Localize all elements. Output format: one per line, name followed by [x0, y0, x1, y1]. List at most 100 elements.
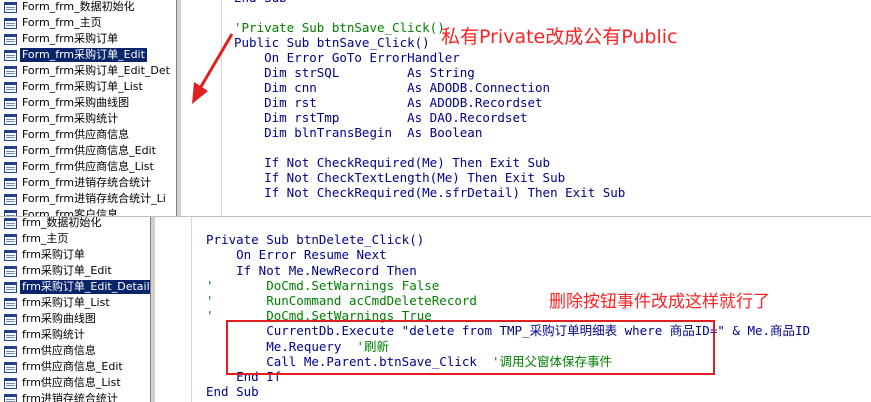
tree-item-label: Form_frm供应商信息 — [22, 128, 130, 141]
code-text: If Not CheckRequired(Me) Then Exit Sub — [234, 155, 551, 170]
bottom-project-tree[interactable]: frm_数据初始化 frm_主页 frm采购订单 frm采购订单_Edit frm采购订… — [0, 217, 150, 402]
tree-item-label: Form_frm进销存统合统计 — [22, 176, 152, 189]
code-line: If Not CheckRequired(Me) Then Exit Sub — [234, 155, 550, 170]
tree-item-label: frm供应商信息_List — [22, 376, 121, 389]
code-line: ' DoCmd.SetWarnings False — [206, 278, 439, 293]
tree-item[interactable]: frm_数据初始化 — [0, 217, 103, 231]
code-line: Public Sub btnSave_Click() — [234, 35, 430, 50]
tree-item-label: Form_frm采购订单_Edit — [19, 47, 148, 63]
code-text: Dim cnn As ADODB.Connection — [234, 80, 551, 95]
tree-item[interactable]: frm供应商信息_List — [0, 375, 123, 391]
top-project-tree[interactable]: Form_frm_数据初始化 Form_frm_主页 Form_frm采购订单 For… — [0, 0, 176, 216]
tree-item[interactable]: frm_主页 — [0, 231, 70, 247]
code-line: Dim strSQL As String — [234, 65, 475, 80]
tree-item-label: frm采购订单_Edit_Detail — [19, 279, 150, 295]
tree-item[interactable]: frm采购统计 — [0, 327, 87, 343]
form-icon — [4, 265, 17, 277]
form-icon — [4, 329, 17, 341]
tree-item-label: frm采购统计 — [22, 328, 85, 341]
code-line: End Sub — [206, 384, 259, 399]
code-comment: ' RunCommand acCmdDeleteRecord — [206, 293, 477, 308]
tree-item[interactable]: Form_frm采购曲线图 — [0, 95, 131, 111]
tree-item[interactable]: Form_frm供应商信息_List — [0, 159, 156, 175]
tree-item[interactable]: Form_frm进销存统合统计 — [0, 175, 153, 191]
form-icon — [4, 361, 17, 373]
form-icon — [4, 193, 17, 205]
tree-item-label: frm_主页 — [22, 232, 69, 245]
form-icon — [4, 81, 17, 93]
tree-item-label: frm_数据初始化 — [22, 217, 102, 229]
tree-item[interactable]: Form_frm客户信息 — [0, 207, 120, 216]
form-icon — [4, 217, 17, 229]
code-text: On Error GoTo ErrorHandler — [234, 50, 460, 65]
form-icon — [4, 113, 17, 125]
tree-item-label: frm供应商信息 — [22, 344, 96, 357]
tree-item[interactable]: frm采购订单_Edit_Detail — [0, 279, 150, 295]
tree-item[interactable]: frm供应商信息_Edit — [0, 359, 125, 375]
code-line: ' RunCommand acCmdDeleteRecord — [206, 293, 477, 308]
code-line: End Sub — [234, 0, 287, 5]
form-icon — [4, 297, 17, 309]
tree-item[interactable]: frm采购订单_Edit — [0, 263, 114, 279]
form-icon — [4, 177, 17, 189]
code-line: Dim blnTransBegin As Boolean — [234, 125, 482, 140]
tree-item[interactable]: Form_frm采购订单_Edit_Det — [0, 63, 172, 79]
tree-item[interactable]: Form_frm_主页 — [0, 15, 104, 31]
tree-item-label: Form_frm采购统计 — [22, 112, 119, 125]
form-icon — [4, 313, 17, 325]
tree-item[interactable]: Form_frm采购订单_Edit — [0, 47, 148, 63]
tree-item[interactable]: frm进销存统合统计 — [0, 391, 120, 402]
tree-item[interactable]: frm供应商信息 — [0, 343, 98, 359]
tree-item[interactable]: Form_frm进销存统合统计_Li — [0, 191, 168, 207]
code-line: Dim cnn As ADODB.Connection — [234, 80, 550, 95]
form-icon — [4, 161, 17, 173]
form-icon — [4, 281, 17, 293]
tree-item[interactable]: Form_frm供应商信息 — [0, 127, 131, 143]
code-text: Private Sub btnDelete_Click() — [206, 232, 425, 248]
bottom-annotation: 删除按钮事件改成这样就行了 — [549, 292, 770, 312]
top-code-window: Form_frm_数据初始化 Form_frm_主页 Form_frm采购订单 For… — [0, 0, 871, 216]
form-icon — [4, 233, 17, 245]
bottom-editor-margin — [156, 217, 192, 402]
tree-item-label: Form_frm采购订单_Edit_Det — [22, 64, 170, 77]
form-icon — [4, 1, 17, 13]
tree-item[interactable]: Form_frm采购订单 — [0, 31, 120, 47]
tree-item-label: Form_frm采购订单 — [22, 32, 119, 45]
top-annotation: 私有Private改成公有Public — [441, 26, 678, 48]
form-icon — [4, 65, 17, 77]
code-line: Dim rstTmp As DAO.Recordset — [234, 110, 527, 125]
code-line: 'Private Sub btnSave_Click() — [234, 20, 445, 35]
form-icon — [4, 17, 17, 29]
code-line: On Error Resume Next — [206, 247, 387, 262]
tree-item[interactable]: frm采购订单 — [0, 247, 87, 263]
code-line: On Error GoTo ErrorHandler — [234, 50, 460, 65]
code-line: Dim rst As ADODB.Recordset — [234, 95, 542, 110]
code-text: If Not CheckTextLength(Me) Then Exit Sub — [234, 170, 566, 185]
form-icon — [4, 129, 17, 141]
tree-item[interactable]: Form_frm采购统计 — [0, 111, 120, 127]
tree-item-label: Form_frm客户信息 — [22, 208, 119, 216]
code-text: End Sub — [234, 0, 287, 5]
tree-item-label: Form_frm供应商信息_Edit — [22, 144, 156, 157]
tree-item[interactable]: frm采购订单_List — [0, 295, 112, 311]
tree-item-label: Form_frm_数据初始化 — [22, 0, 135, 13]
code-text: Public Sub btnSave_Click() — [234, 35, 430, 50]
tree-item[interactable]: Form_frm采购订单_List — [0, 79, 145, 95]
form-icon — [4, 49, 17, 61]
tree-item-label: frm进销存统合统计 — [22, 392, 118, 402]
form-icon — [4, 393, 17, 402]
code-line: Private Sub btnDelete_Click() — [206, 232, 424, 247]
tree-item-label: Form_frm采购曲线图 — [22, 96, 130, 109]
code-line: If Not CheckTextLength(Me) Then Exit Sub — [234, 170, 565, 185]
tree-item-label: frm供应商信息_Edit — [22, 360, 123, 373]
code-text: If Not CheckRequired(Me.sfrDetail) Then … — [234, 185, 626, 200]
tree-item[interactable]: Form_frm_数据初始化 — [0, 0, 137, 15]
tree-item[interactable]: frm采购曲线图 — [0, 311, 98, 327]
code-line: If Not CheckRequired(Me.sfrDetail) Then … — [234, 185, 625, 200]
tree-item[interactable]: Form_frm供应商信息_Edit — [0, 143, 158, 159]
form-icon — [4, 249, 17, 261]
code-text: If Not Me.NewRecord Then — [206, 262, 417, 278]
code-text: Dim blnTransBegin As Boolean — [234, 125, 483, 140]
code-comment: ' DoCmd.SetWarnings False — [206, 277, 440, 293]
highlight-box — [226, 320, 715, 375]
